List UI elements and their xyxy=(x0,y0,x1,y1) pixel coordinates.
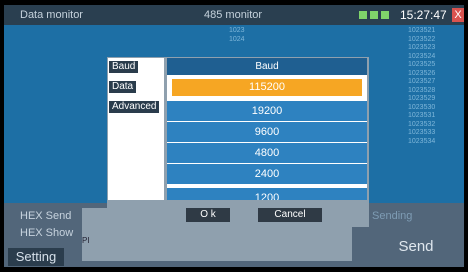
list-item: 1023526 xyxy=(408,69,436,77)
panel-header: Baud xyxy=(167,58,367,75)
baud-option-1200[interactable]: 1200 xyxy=(167,188,367,200)
list-item: 1023530 xyxy=(408,103,436,111)
list-item: 1023523 xyxy=(408,44,436,51)
list-item: 1023533 xyxy=(408,129,436,136)
ok-button[interactable]: O k xyxy=(186,208,230,222)
list-item: 1023 xyxy=(229,27,245,34)
list-item: 1023531 xyxy=(408,112,436,119)
send-button[interactable]: Send xyxy=(370,233,462,261)
list-item: 1023532 xyxy=(408,120,436,128)
category-baud[interactable]: Baud xyxy=(109,61,139,73)
baud-option-panel: Baud 115200 19200 9600 4800 2400 1200 xyxy=(167,58,367,200)
baud-dialog: Baud Data Advanced Baud 115200 19200 960… xyxy=(107,57,369,227)
top-bar: Data monitor 485 monitor 15:27:47 X xyxy=(4,5,464,25)
settings-category-panel: Baud Data Advanced xyxy=(108,58,164,200)
list-item: 1023521 xyxy=(408,27,436,34)
list-item: 1023524 xyxy=(408,52,436,60)
mode-title: 485 monitor xyxy=(204,9,263,21)
hex-show-toggle[interactable]: HEX Show xyxy=(20,227,73,239)
list-item: 1023529 xyxy=(408,95,436,102)
background-list-left: 1023 1024 xyxy=(229,27,245,44)
baud-option-115200[interactable]: 115200 xyxy=(172,79,362,96)
battery-icon xyxy=(381,11,389,19)
baud-option-2400[interactable]: 2400 xyxy=(167,164,367,184)
baud-option-4800[interactable]: 4800 xyxy=(167,143,367,163)
background-list-right: 1023521 1023522 1023523 1023524 1023525 … xyxy=(408,27,435,146)
category-data[interactable]: Data xyxy=(109,81,137,93)
list-item: 1024 xyxy=(229,35,245,43)
status-icons xyxy=(359,10,397,20)
list-item: 1023525 xyxy=(408,61,436,68)
list-item: 1023528 xyxy=(408,86,436,94)
send-input-text: PI xyxy=(82,236,90,245)
sending-label: Sending xyxy=(372,210,413,222)
device-screen: Data monitor 485 monitor 15:27:47 X 1023… xyxy=(4,5,464,267)
list-item: 1023522 xyxy=(408,35,436,43)
clock: 15:27:47 xyxy=(400,8,447,22)
setting-button[interactable]: Setting xyxy=(8,248,64,266)
app-title: Data monitor xyxy=(20,9,83,21)
hex-send-toggle[interactable]: HEX Send xyxy=(20,210,71,222)
wifi-icon xyxy=(370,11,378,19)
close-button[interactable]: X xyxy=(452,8,464,22)
baud-option-9600[interactable]: 9600 xyxy=(167,122,367,142)
dialog-button-bar: O k Cancel xyxy=(107,201,369,227)
baud-option-19200[interactable]: 19200 xyxy=(167,101,367,121)
category-advanced[interactable]: Advanced xyxy=(109,101,160,113)
list-item: 1023534 xyxy=(408,137,436,145)
cancel-button[interactable]: Cancel xyxy=(258,208,322,222)
list-item: 1023527 xyxy=(408,78,436,85)
network-icon xyxy=(359,11,367,19)
